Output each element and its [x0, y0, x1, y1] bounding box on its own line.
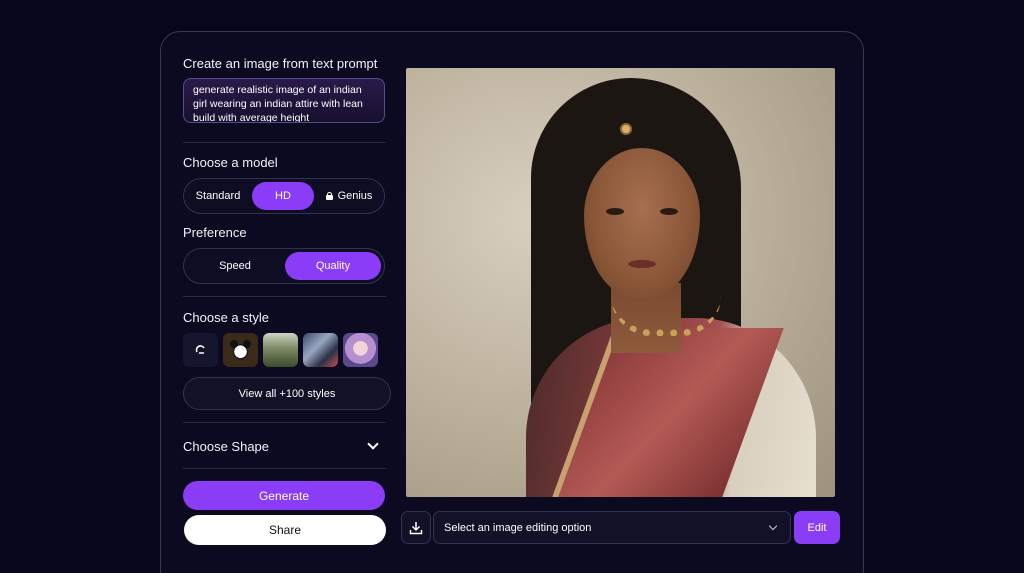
preference-option-label: Quality: [315, 260, 351, 272]
preference-option-quality[interactable]: Quality: [285, 252, 381, 280]
image-face: [584, 148, 700, 298]
style-thumb-none[interactable]: [183, 333, 218, 367]
style-thumbnails: [183, 333, 378, 367]
stage: Create an image from text prompt generat…: [0, 0, 1024, 573]
download-button[interactable]: [401, 511, 431, 544]
shape-dropdown[interactable]: Choose Shape: [183, 437, 383, 455]
divider: [183, 296, 386, 297]
style-thumb-anime[interactable]: [343, 333, 378, 367]
image-tikka: [620, 123, 632, 135]
preference-selector: Speed Quality: [183, 248, 385, 284]
download-icon: [409, 521, 423, 534]
model-option-label: HD: [275, 190, 291, 202]
model-option-label: Standard: [195, 190, 241, 202]
preference-option-label: Speed: [219, 260, 251, 272]
no-style-icon: [195, 345, 205, 354]
image-lips: [628, 260, 656, 268]
style-section-title: Choose a style: [183, 310, 269, 325]
preference-option-speed[interactable]: Speed: [187, 252, 283, 280]
generate-button[interactable]: Generate: [183, 481, 385, 510]
generated-image: [406, 68, 835, 497]
preference-section-title: Preference: [183, 225, 247, 240]
prompt-section-title: Create an image from text prompt: [183, 56, 378, 71]
divider: [183, 468, 386, 469]
prompt-input[interactable]: generate realistic image of an indian gi…: [183, 78, 385, 123]
image-eye: [660, 208, 678, 215]
model-option-hd[interactable]: HD: [252, 182, 314, 210]
edit-button[interactable]: Edit: [794, 511, 840, 544]
divider: [183, 422, 386, 423]
lock-icon: [325, 192, 333, 200]
style-thumb-robot[interactable]: [303, 333, 338, 367]
view-all-styles-button[interactable]: View all +100 styles: [183, 377, 391, 410]
model-section-title: Choose a model: [183, 155, 278, 170]
style-thumb-forest[interactable]: [263, 333, 298, 367]
style-thumb-panda[interactable]: [223, 333, 258, 367]
model-option-label: Genius: [337, 190, 373, 202]
model-option-standard[interactable]: Standard: [187, 182, 249, 210]
chevron-down-icon: [768, 521, 778, 530]
image-eye: [606, 208, 624, 215]
model-option-genius[interactable]: Genius: [317, 182, 381, 210]
divider: [183, 142, 386, 143]
edit-option-select[interactable]: Select an image editing option: [433, 511, 791, 544]
shape-section-title: Choose Shape: [183, 438, 270, 454]
share-button[interactable]: Share: [184, 515, 386, 545]
model-selector: Standard HD Genius: [183, 178, 385, 214]
edit-option-placeholder: Select an image editing option: [444, 521, 592, 534]
chevron-down-icon: [367, 438, 379, 450]
